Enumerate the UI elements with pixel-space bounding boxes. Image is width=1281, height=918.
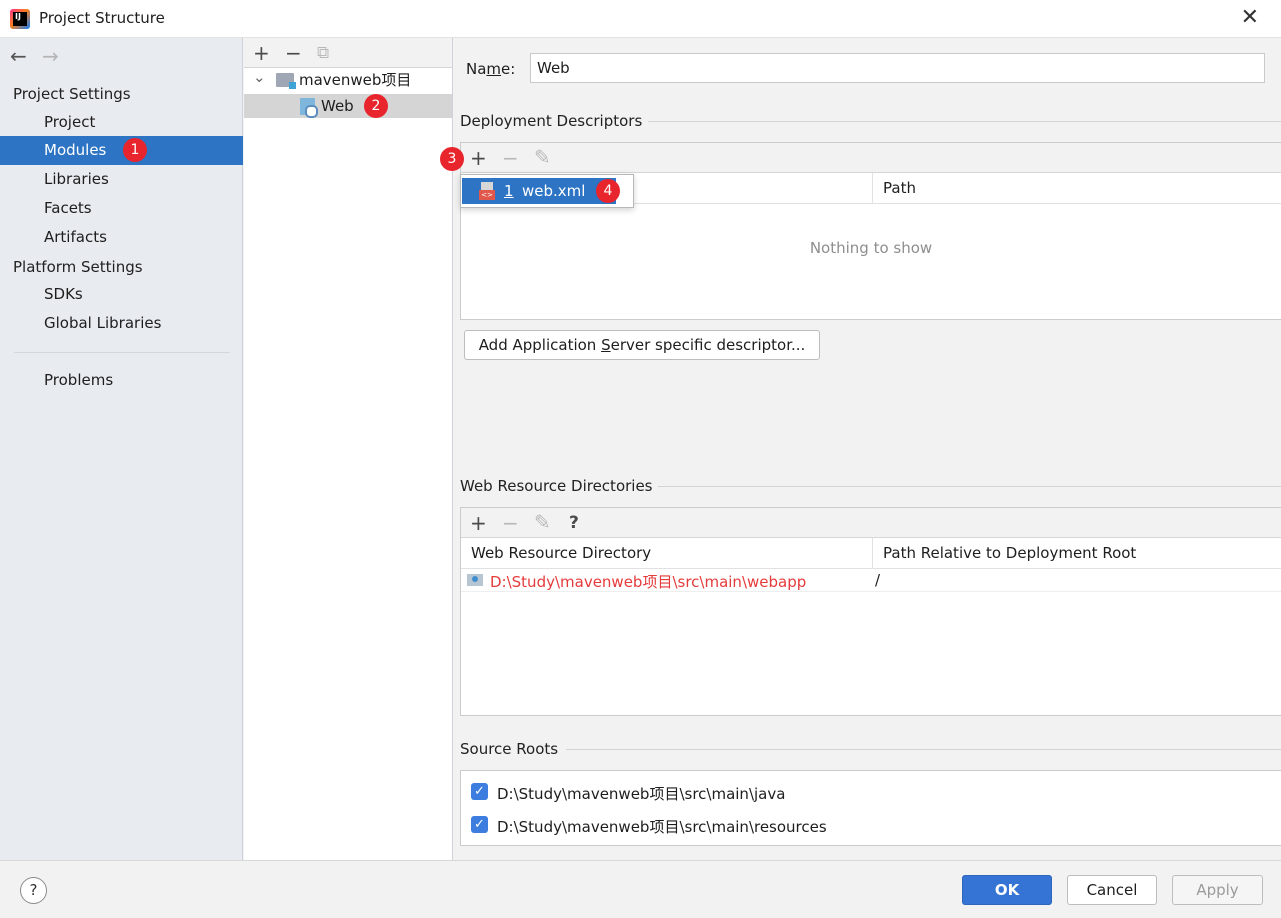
descriptors-toolbar: + − ✎ xyxy=(461,143,1281,173)
title-bar: IJ Project Structure ✕ xyxy=(0,0,1281,38)
tree-node-mavenweb[interactable]: ⌄ mavenweb项目 xyxy=(244,68,452,92)
name-input[interactable] xyxy=(530,53,1265,83)
web-resource-dir-column-header[interactable]: Web Resource Directory xyxy=(461,538,872,569)
sidebar-item-project[interactable]: Project xyxy=(0,108,243,137)
annotation-badge-2: 2 xyxy=(364,94,388,118)
ok-button[interactable]: OK xyxy=(962,875,1052,905)
checkbox-checked-icon[interactable]: ✓ xyxy=(471,816,488,833)
checkbox-checked-icon[interactable]: ✓ xyxy=(471,783,488,800)
group-divider xyxy=(566,749,1281,750)
sidebar-item-global-libraries[interactable]: Global Libraries xyxy=(0,309,243,338)
sidebar-item-facets[interactable]: Facets xyxy=(0,194,243,223)
deployment-descriptors-heading: Deployment Descriptors xyxy=(460,112,643,130)
web-resource-toolbar: + − ✎ ? xyxy=(461,508,1281,538)
add-module-icon[interactable]: + xyxy=(253,43,270,63)
annotation-badge-1: 1 xyxy=(123,138,147,162)
window-title: Project Structure xyxy=(39,9,165,27)
edit-descriptor-icon[interactable]: ✎ xyxy=(534,147,551,167)
sidebar-item-sdks[interactable]: SDKs xyxy=(0,280,243,309)
remove-descriptor-icon[interactable]: − xyxy=(502,148,519,168)
source-roots-heading: Source Roots xyxy=(460,740,559,758)
sidebar-item-modules[interactable]: Modules xyxy=(0,136,243,165)
tree-node-web[interactable]: Web xyxy=(244,94,452,118)
web-resource-folder-icon xyxy=(467,574,483,586)
add-web-resource-icon[interactable]: + xyxy=(470,513,487,533)
edit-web-resource-icon[interactable]: ✎ xyxy=(534,512,551,532)
cancel-button[interactable]: Cancel xyxy=(1067,875,1157,905)
help-icon[interactable]: ? xyxy=(569,513,579,533)
descriptor-path-column-header[interactable]: Path xyxy=(872,173,1281,204)
web-resource-table: + − ✎ ? Web Resource Directory Path Rela… xyxy=(460,507,1281,716)
popup-item-label: web.xml xyxy=(522,182,586,200)
web-resource-path: D:\Study\mavenweb项目\src\main\webapp xyxy=(490,573,807,591)
popup-item-web-xml[interactable]: <> 1 web.xml xyxy=(462,178,616,204)
source-roots-list: ✓ D:\Study\mavenweb项目\src\main\java ✓ D:… xyxy=(460,770,1281,846)
relative-path-column-header[interactable]: Path Relative to Deployment Root xyxy=(872,538,1281,569)
sidebar-item-problems[interactable]: Problems xyxy=(0,366,243,395)
sidebar-divider xyxy=(14,352,230,353)
add-descriptor-icon[interactable]: + xyxy=(470,148,487,168)
annotation-badge-4: 4 xyxy=(596,179,620,203)
sidebar-item-libraries[interactable]: Libraries xyxy=(0,165,243,194)
chevron-down-icon[interactable]: ⌄ xyxy=(253,65,266,89)
project-settings-heading: Project Settings xyxy=(13,85,131,103)
source-root-path: D:\Study\mavenweb项目\src\main\java xyxy=(497,785,786,803)
module-folder-icon xyxy=(276,73,296,89)
platform-settings-heading: Platform Settings xyxy=(13,258,143,276)
sidebar-item-artifacts[interactable]: Artifacts xyxy=(0,223,243,252)
copy-module-icon[interactable]: ⧉ xyxy=(317,43,329,63)
back-arrow-icon[interactable]: ← xyxy=(10,44,27,68)
group-divider xyxy=(648,121,1281,122)
dialog-footer: ? OK Cancel Apply xyxy=(0,860,1281,918)
empty-table-message: Nothing to show xyxy=(809,239,933,257)
apply-button[interactable]: Apply xyxy=(1172,875,1263,905)
tree-node-label: Web xyxy=(321,97,354,115)
table-row[interactable]: D:\Study\mavenweb项目\src\main\webapp / xyxy=(461,570,1281,592)
source-root-path: D:\Study\mavenweb项目\src\main\resources xyxy=(497,818,827,836)
name-label: Name: xyxy=(466,60,516,78)
close-icon[interactable]: ✕ xyxy=(1241,6,1259,30)
web-facet-icon xyxy=(300,98,318,118)
deployment-descriptors-table: + − ✎ Path Nothing to show xyxy=(460,142,1281,320)
xml-file-icon: <> xyxy=(478,182,496,200)
web-resource-directories-heading: Web Resource Directories xyxy=(460,477,653,495)
add-server-descriptor-button[interactable]: Add Application Server specific descript… xyxy=(464,330,820,360)
relative-path-value: / xyxy=(875,571,881,589)
intellij-app-icon: IJ xyxy=(10,9,30,29)
tree-toolbar: + − ⧉ xyxy=(244,38,452,68)
facet-details-panel: Name: Deployment Descriptors + − ✎ Path … xyxy=(440,38,1281,860)
remove-web-resource-icon[interactable]: − xyxy=(502,513,519,533)
group-divider xyxy=(658,486,1281,487)
help-button[interactable]: ? xyxy=(20,877,47,904)
tree-node-label: mavenweb项目 xyxy=(299,71,412,89)
settings-sidebar: ← → Project Settings Project Modules Lib… xyxy=(0,38,243,860)
remove-module-icon[interactable]: − xyxy=(285,43,302,63)
forward-arrow-icon[interactable]: → xyxy=(42,44,59,68)
popup-item-mnemonic: 1 xyxy=(504,182,514,200)
annotation-badge-3: 3 xyxy=(440,147,464,171)
module-tree-panel: + − ⧉ ⌄ mavenweb项目 Web 2 xyxy=(244,38,453,860)
